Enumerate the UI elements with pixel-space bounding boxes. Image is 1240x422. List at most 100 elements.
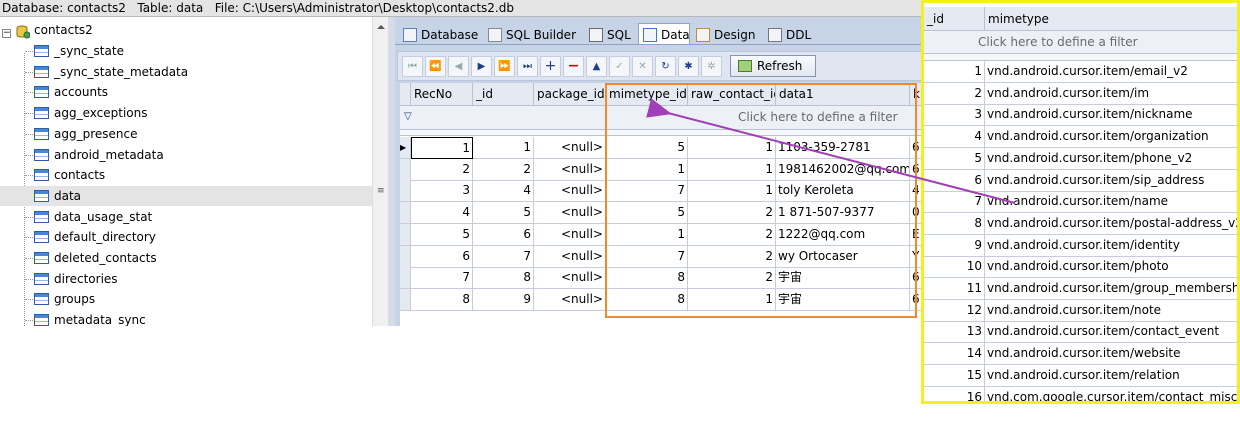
- column-header-mimetype-id[interactable]: mimetype_id: [606, 83, 688, 106]
- tree-item-metadata-sync[interactable]: metadata_sync: [0, 310, 372, 326]
- refresh-button[interactable]: Refresh: [730, 55, 816, 77]
- mimetype-cell-name[interactable]: vnd.android.cursor.item/website: [985, 343, 1237, 366]
- cancel-edit-button[interactable]: ✕: [632, 56, 653, 77]
- tree-item-data-usage-stat[interactable]: data_usage_stat: [0, 207, 372, 227]
- data-grid[interactable]: RecNo _id package_id mimetype_id raw_contact…: [400, 83, 922, 326]
- grid-cell-data1[interactable]: 1981462002@qq.com: [776, 158, 910, 181]
- tree-item-contacts[interactable]: contacts: [0, 165, 372, 185]
- mimetype-cell-id[interactable]: 10: [924, 256, 985, 279]
- mimetype-cell-name[interactable]: vnd.android.cursor.item/nickname: [985, 104, 1237, 127]
- tree-item-data[interactable]: data: [0, 185, 372, 206]
- grid-cell-package-id[interactable]: <null>: [534, 245, 606, 268]
- mimetype-cell-id[interactable]: 3: [924, 104, 985, 127]
- mimetype-cell-id[interactable]: 11: [924, 278, 985, 300]
- tree-item-groups[interactable]: groups: [0, 289, 372, 309]
- refresh-data-icon-button[interactable]: ↻: [655, 56, 676, 77]
- collapse-icon[interactable]: −: [2, 29, 11, 38]
- mimetype-cell-id[interactable]: 1: [924, 61, 985, 83]
- grid-cell-mimetype-id[interactable]: 7: [606, 180, 688, 203]
- grid-cell-data1[interactable]: 1 871-507-9377: [776, 202, 910, 225]
- row-indicator[interactable]: [400, 245, 411, 268]
- column-header-recno[interactable]: RecNo: [411, 83, 473, 106]
- tree-item--sync-state[interactable]: _sync_state: [0, 41, 372, 61]
- tree-item-agg-presence[interactable]: agg_presence: [0, 124, 372, 144]
- grid-cell-package-id[interactable]: <null>: [534, 202, 606, 225]
- mimetype-cell-name[interactable]: vnd.android.cursor.item/photo: [985, 256, 1237, 279]
- mimetype-cell-name[interactable]: vnd.android.cursor.item/postal-address_v…: [985, 213, 1237, 235]
- grid-cell-recno[interactable]: 8: [411, 288, 473, 311]
- mimetypes-grid[interactable]: _id mimetype Click here to define a filter…: [921, 0, 1240, 404]
- tab-database[interactable]: Database: [398, 23, 482, 45]
- grid-cell-package-id[interactable]: <null>: [534, 288, 606, 311]
- grid-cell-mimetype-id[interactable]: 1: [606, 158, 688, 181]
- tree-item-accounts[interactable]: accounts: [0, 82, 372, 102]
- grid-cell-recno[interactable]: 7: [411, 267, 473, 290]
- grid-cell-data1[interactable]: 宇宙: [776, 267, 910, 290]
- grid-cell-raw-contact-id[interactable]: 2: [688, 223, 776, 246]
- mimetype-cell-id[interactable]: 12: [924, 299, 985, 322]
- mimetype-cell-id[interactable]: 13: [924, 321, 985, 344]
- grid-cell-recno[interactable]: 4: [411, 202, 473, 225]
- tree-scrollbar[interactable]: ≡: [372, 17, 388, 326]
- set-bookmark-button[interactable]: ✱: [678, 56, 699, 77]
- column-header-data1[interactable]: data1: [776, 83, 910, 106]
- grid-cell-raw-contact-id[interactable]: 1: [688, 158, 776, 181]
- mimetype-cell-id[interactable]: 2: [924, 82, 985, 105]
- goto-bookmark-button[interactable]: ✲: [701, 56, 722, 77]
- mimetype-cell-name[interactable]: vnd.android.cursor.item/identity: [985, 235, 1237, 257]
- delete-record-button[interactable]: −: [563, 56, 584, 77]
- mimetype-cell-id[interactable]: 9: [924, 234, 985, 257]
- grid-cell-recno[interactable]: 2: [411, 158, 473, 181]
- mimetype-cell-name[interactable]: vnd.android.cursor.item/sip_address: [985, 170, 1237, 192]
- mimetype-cell-id[interactable]: 14: [924, 343, 985, 366]
- grid-cell-package-id[interactable]: <null>: [534, 158, 606, 181]
- tree-item--sync-state-metadata[interactable]: _sync_state_metadata: [0, 62, 372, 82]
- tab-design[interactable]: Design: [691, 23, 761, 45]
- tab-data[interactable]: Data: [638, 23, 690, 45]
- mimetype-cell-name[interactable]: vnd.com.google.cursor.item/contact_misc: [985, 387, 1237, 402]
- grid-cell-data1[interactable]: 1103-359-2781: [776, 137, 910, 159]
- grid-cell--id[interactable]: 7: [473, 245, 534, 268]
- last-record-button[interactable]: ⏭: [517, 56, 538, 77]
- grid-cell-raw-contact-id[interactable]: 1: [688, 180, 776, 203]
- grid-cell--id[interactable]: 4: [473, 180, 534, 203]
- grid-cell-recno[interactable]: 3: [411, 180, 473, 203]
- grid-cell-mimetype-id[interactable]: 5: [606, 202, 688, 225]
- mimetype-cell-id[interactable]: 15: [924, 364, 985, 387]
- tree-item-deleted-contacts[interactable]: deleted_contacts: [0, 248, 372, 268]
- mimetype-header-mimetype[interactable]: mimetype: [985, 7, 1237, 31]
- row-indicator[interactable]: [400, 180, 411, 203]
- grid-cell-package-id[interactable]: <null>: [534, 137, 606, 159]
- scroll-up-arrow-icon[interactable]: [377, 25, 385, 29]
- mimetype-cell-id[interactable]: 8: [924, 212, 985, 235]
- grid-cell--id[interactable]: 6: [473, 223, 534, 246]
- tab-ddl[interactable]: DDL: [763, 23, 813, 45]
- grid-cell-raw-contact-id[interactable]: 2: [688, 245, 776, 268]
- grid-cell-data1[interactable]: 1222@qq.com: [776, 223, 910, 246]
- grid-cell--id[interactable]: 5: [473, 202, 534, 225]
- grid-cell-package-id[interactable]: <null>: [534, 267, 606, 290]
- column-header-raw-contact-id[interactable]: raw_contact_id: [688, 83, 776, 106]
- next-page-button[interactable]: ⏩: [494, 56, 515, 77]
- grid-cell-mimetype-id[interactable]: 8: [606, 288, 688, 311]
- mimetype-cell-id[interactable]: 5: [924, 147, 985, 170]
- pane-splitter[interactable]: [388, 17, 395, 326]
- mimetype-cell-name[interactable]: vnd.android.cursor.item/name: [985, 191, 1237, 214]
- mimetype-cell-name[interactable]: vnd.android.cursor.item/phone_v2: [985, 148, 1237, 170]
- column-header-package-id[interactable]: package_id: [534, 83, 606, 106]
- tab-sql[interactable]: SQL: [584, 23, 637, 45]
- post-edit-button[interactable]: ✓: [609, 56, 630, 77]
- tree-root[interactable]: − contacts2: [0, 20, 372, 40]
- mimetype-cell-name[interactable]: vnd.android.cursor.item/email_v2: [985, 61, 1237, 83]
- row-indicator[interactable]: [400, 202, 411, 225]
- mimetype-cell-name[interactable]: vnd.android.cursor.item/relation: [985, 365, 1237, 387]
- grid-cell--id[interactable]: 8: [473, 267, 534, 290]
- next-record-button[interactable]: ▶: [471, 56, 492, 77]
- edit-record-button[interactable]: ▲: [586, 56, 607, 77]
- grid-cell-mimetype-id[interactable]: 1: [606, 223, 688, 246]
- row-indicator[interactable]: [400, 158, 411, 181]
- grid-cell--id[interactable]: 1: [473, 137, 534, 159]
- mimetype-cell-name[interactable]: vnd.android.cursor.item/organization: [985, 126, 1237, 149]
- mimetype-filter-row[interactable]: Click here to define a filter: [924, 31, 1237, 54]
- database-tree[interactable]: − contacts2 _sync_state _sync_state_metad…: [0, 17, 388, 326]
